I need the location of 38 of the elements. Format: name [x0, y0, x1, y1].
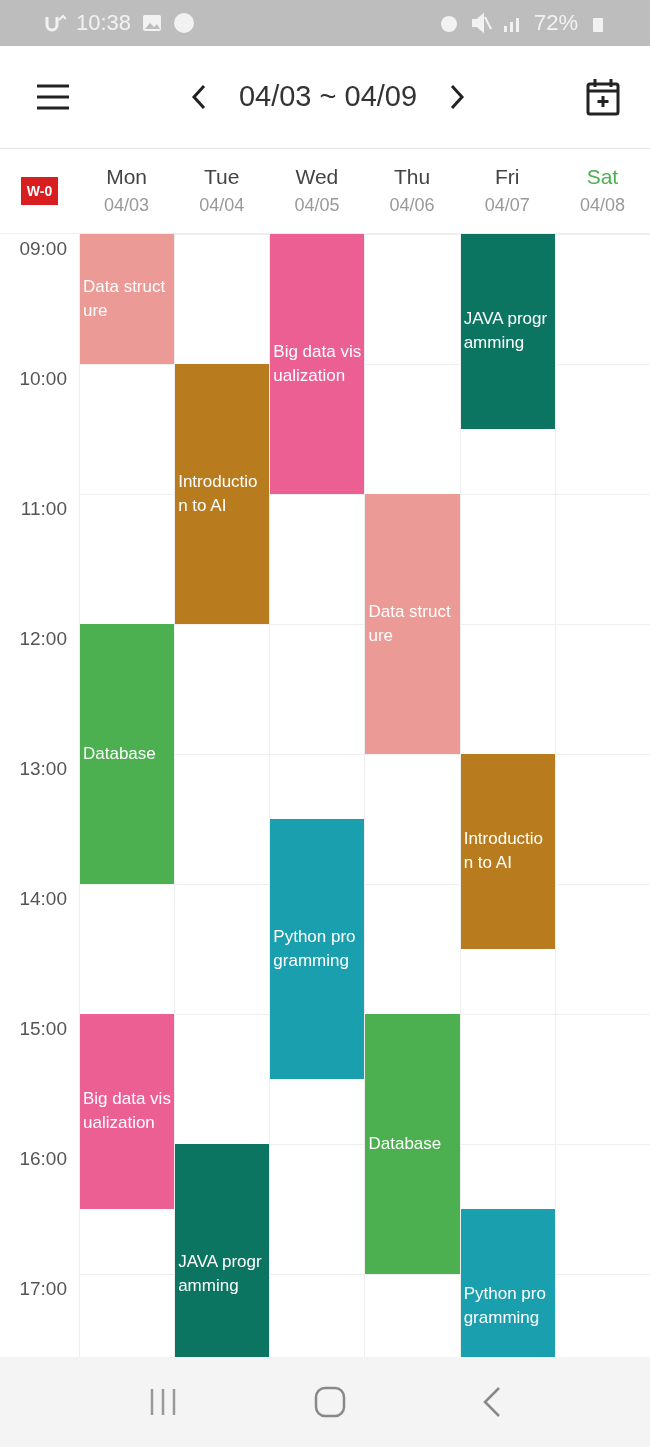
class-block[interactable]: Introduction to AI [460, 753, 555, 949]
class-block[interactable]: Data structure [365, 493, 460, 754]
class-block[interactable]: Introduction to AI [175, 363, 270, 624]
day-date: 04/04 [199, 195, 245, 217]
day-date: 04/08 [579, 195, 625, 217]
class-block[interactable]: Big data visualization [80, 1013, 175, 1209]
day-name: Tue [204, 165, 240, 190]
class-block[interactable]: JAVA programming [460, 233, 555, 429]
class-block[interactable]: JAVA programming [175, 1143, 270, 1358]
hour-label: 13:00 [19, 757, 67, 779]
day-date: 04/03 [104, 195, 150, 217]
mute-icon [469, 12, 492, 34]
class-block[interactable]: Python programming [460, 1208, 555, 1358]
date-range: 04/03 ~ 04/09 [238, 80, 418, 114]
class-block[interactable]: Python programming [270, 818, 365, 1079]
class-block[interactable]: Data structure [80, 233, 175, 364]
class-block[interactable]: Database [80, 623, 175, 884]
day-date: 04/05 [294, 195, 340, 217]
hour-label: 17:00 [19, 1277, 67, 1299]
day-name: Thu [393, 165, 431, 190]
hour-label: 10:00 [19, 367, 67, 389]
image-icon [141, 12, 164, 34]
hour-label: 12:00 [19, 627, 67, 649]
class-block[interactable]: Big data visualization [270, 233, 365, 494]
day-name: Fri [495, 165, 520, 190]
hour-label: 11:00 [20, 497, 67, 519]
hour-label: 15:00 [19, 1017, 67, 1039]
day-name: Sat [586, 165, 619, 190]
network-icon [44, 12, 66, 34]
week-badge: W-0 [20, 176, 59, 205]
day-date: 04/07 [484, 195, 530, 217]
hour-label: 09:00 [19, 237, 67, 259]
day-date: 04/06 [389, 195, 435, 217]
day-name: Wed [295, 165, 339, 190]
day-name: Mon [106, 165, 147, 190]
hour-label: 16:00 [19, 1147, 67, 1169]
hour-label: 14:00 [19, 887, 67, 909]
class-block[interactable]: Database [365, 1013, 460, 1274]
